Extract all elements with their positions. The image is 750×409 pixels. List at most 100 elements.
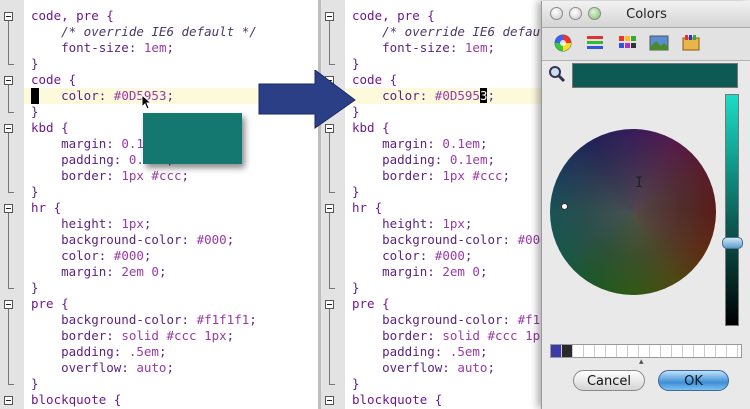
code-line[interactable]: height: 1px;: [352, 216, 472, 232]
saved-color-cell[interactable]: [694, 345, 705, 357]
current-color-swatch[interactable]: [572, 63, 738, 88]
color-wheel-selector[interactable]: [561, 203, 568, 210]
code-line[interactable]: border: solid #ccc 1px;: [352, 328, 551, 344]
code-line[interactable]: }: [31, 280, 39, 296]
brightness-slider-knob[interactable]: [722, 237, 743, 249]
code-line[interactable]: }: [352, 184, 360, 200]
fold-toggle-icon[interactable]: [4, 204, 13, 213]
saved-color-cell[interactable]: [672, 345, 683, 357]
code-line[interactable]: pre {: [31, 296, 69, 312]
fold-end-marker: [8, 112, 14, 113]
color-palettes-icon[interactable]: [617, 33, 637, 53]
code-line[interactable]: }: [31, 184, 39, 200]
code-line[interactable]: }: [352, 280, 360, 296]
code-line[interactable]: margin: 0.1em;: [352, 136, 487, 152]
saved-colors-row[interactable]: [550, 344, 742, 358]
code-line[interactable]: }: [31, 376, 39, 392]
saved-color-cell[interactable]: [617, 345, 628, 357]
code-token: border:: [352, 328, 443, 343]
crayons-icon[interactable]: [681, 33, 701, 53]
code-line[interactable]: padding: 0.1em;: [352, 152, 495, 168]
code-line[interactable]: }: [352, 376, 360, 392]
saved-color-cell[interactable]: [650, 345, 661, 357]
fold-toggle-icon[interactable]: [325, 300, 334, 309]
code-line[interactable]: blockquote {: [31, 392, 121, 408]
saved-color-cell[interactable]: [573, 345, 584, 357]
code-line[interactable]: /* override IE6 default: [352, 24, 551, 40]
code-line[interactable]: code {: [352, 72, 397, 88]
code-line[interactable]: }: [31, 56, 39, 72]
code-line[interactable]: overflow: auto;: [31, 360, 174, 376]
saved-color-cell[interactable]: [551, 345, 562, 357]
image-palettes-icon[interactable]: [649, 33, 669, 53]
code-line[interactable]: color: #000;: [31, 248, 151, 264]
code-line[interactable]: padding: .5em;: [31, 344, 166, 360]
code-line[interactable]: background-color: #000;: [31, 232, 234, 248]
saved-color-cell[interactable]: [727, 345, 738, 357]
code-line[interactable]: blockquote {: [352, 392, 442, 408]
saved-color-cell[interactable]: [716, 345, 727, 357]
saved-color-cell[interactable]: [705, 345, 716, 357]
code-token: }: [352, 56, 360, 71]
code-token: overflow:: [352, 360, 458, 375]
fold-toggle-icon[interactable]: [325, 12, 334, 21]
code-line[interactable]: hr {: [352, 200, 382, 216]
code-line[interactable]: border: 1px #ccc;: [352, 168, 510, 184]
saved-color-cell[interactable]: [639, 345, 650, 357]
code-line[interactable]: code, pre {: [352, 8, 435, 24]
code-token: ;: [464, 248, 473, 263]
code-line[interactable]: }: [31, 104, 39, 120]
fold-toggle-icon[interactable]: [325, 396, 334, 405]
color-wheel[interactable]: [550, 129, 716, 295]
code-token: blockquote {: [352, 392, 443, 407]
code-token: ;: [249, 312, 257, 327]
fold-end-marker: [8, 64, 14, 65]
dragged-color-swatch[interactable]: [143, 113, 242, 164]
saved-color-cell[interactable]: [606, 345, 617, 357]
code-line[interactable]: color: #000;: [352, 248, 472, 264]
saved-color-cell[interactable]: [562, 345, 573, 357]
fold-toggle-icon[interactable]: [4, 300, 13, 309]
saved-color-cell[interactable]: [683, 345, 694, 357]
code-line[interactable]: pre {: [352, 296, 390, 312]
code-line[interactable]: height: 1px;: [31, 216, 151, 232]
saved-color-cell[interactable]: [628, 345, 639, 357]
code-line[interactable]: code, pre {: [31, 8, 114, 24]
brightness-slider[interactable]: [725, 94, 739, 326]
code-line[interactable]: background-color: #f1f1f1;: [352, 312, 551, 328]
colors-titlebar: Colors: [542, 1, 750, 28]
fold-toggle-icon[interactable]: [4, 124, 13, 133]
code-line[interactable]: font-size: 1em;: [31, 40, 174, 56]
fold-guide-line: [8, 21, 9, 64]
cancel-button[interactable]: Cancel: [573, 370, 645, 391]
code-line[interactable]: border: 1px #ccc;: [31, 168, 189, 184]
saved-color-cell[interactable]: [661, 345, 672, 357]
color-wheel-icon[interactable]: [553, 33, 573, 53]
fold-toggle-icon[interactable]: [4, 76, 13, 85]
code-line[interactable]: margin: 2em 0;: [31, 264, 166, 280]
code-line[interactable]: overflow: auto;: [352, 360, 495, 376]
fold-toggle-icon[interactable]: [4, 12, 13, 21]
code-token: }: [352, 376, 360, 391]
code-line[interactable]: /* override IE6 default */: [31, 24, 257, 40]
code-line[interactable]: hr {: [31, 200, 61, 216]
fold-toggle-icon[interactable]: [325, 204, 334, 213]
code-token: background-color:: [31, 312, 197, 327]
magnifier-icon[interactable]: [548, 65, 566, 83]
code-line[interactable]: code {: [31, 72, 76, 88]
code-line[interactable]: color: #0D5953;: [345, 88, 551, 104]
resize-grip-icon[interactable]: ▴: [639, 357, 644, 367]
code-line[interactable]: border: solid #ccc 1px;: [31, 328, 234, 344]
code-line[interactable]: margin: 2em 0;: [352, 264, 487, 280]
saved-color-cell[interactable]: [595, 345, 606, 357]
saved-color-cell[interactable]: [584, 345, 595, 357]
ok-button[interactable]: OK: [658, 370, 729, 391]
code-line[interactable]: kbd {: [352, 120, 390, 136]
code-line[interactable]: background-color: #f1f1f1;: [31, 312, 257, 328]
color-sliders-icon[interactable]: [585, 33, 605, 53]
code-line[interactable]: padding: .5em;: [352, 344, 487, 360]
code-line[interactable]: background-color: #000;: [352, 232, 551, 248]
fold-toggle-icon[interactable]: [4, 396, 13, 405]
code-line[interactable]: font-size: 1em;: [352, 40, 495, 56]
code-line[interactable]: kbd {: [31, 120, 69, 136]
